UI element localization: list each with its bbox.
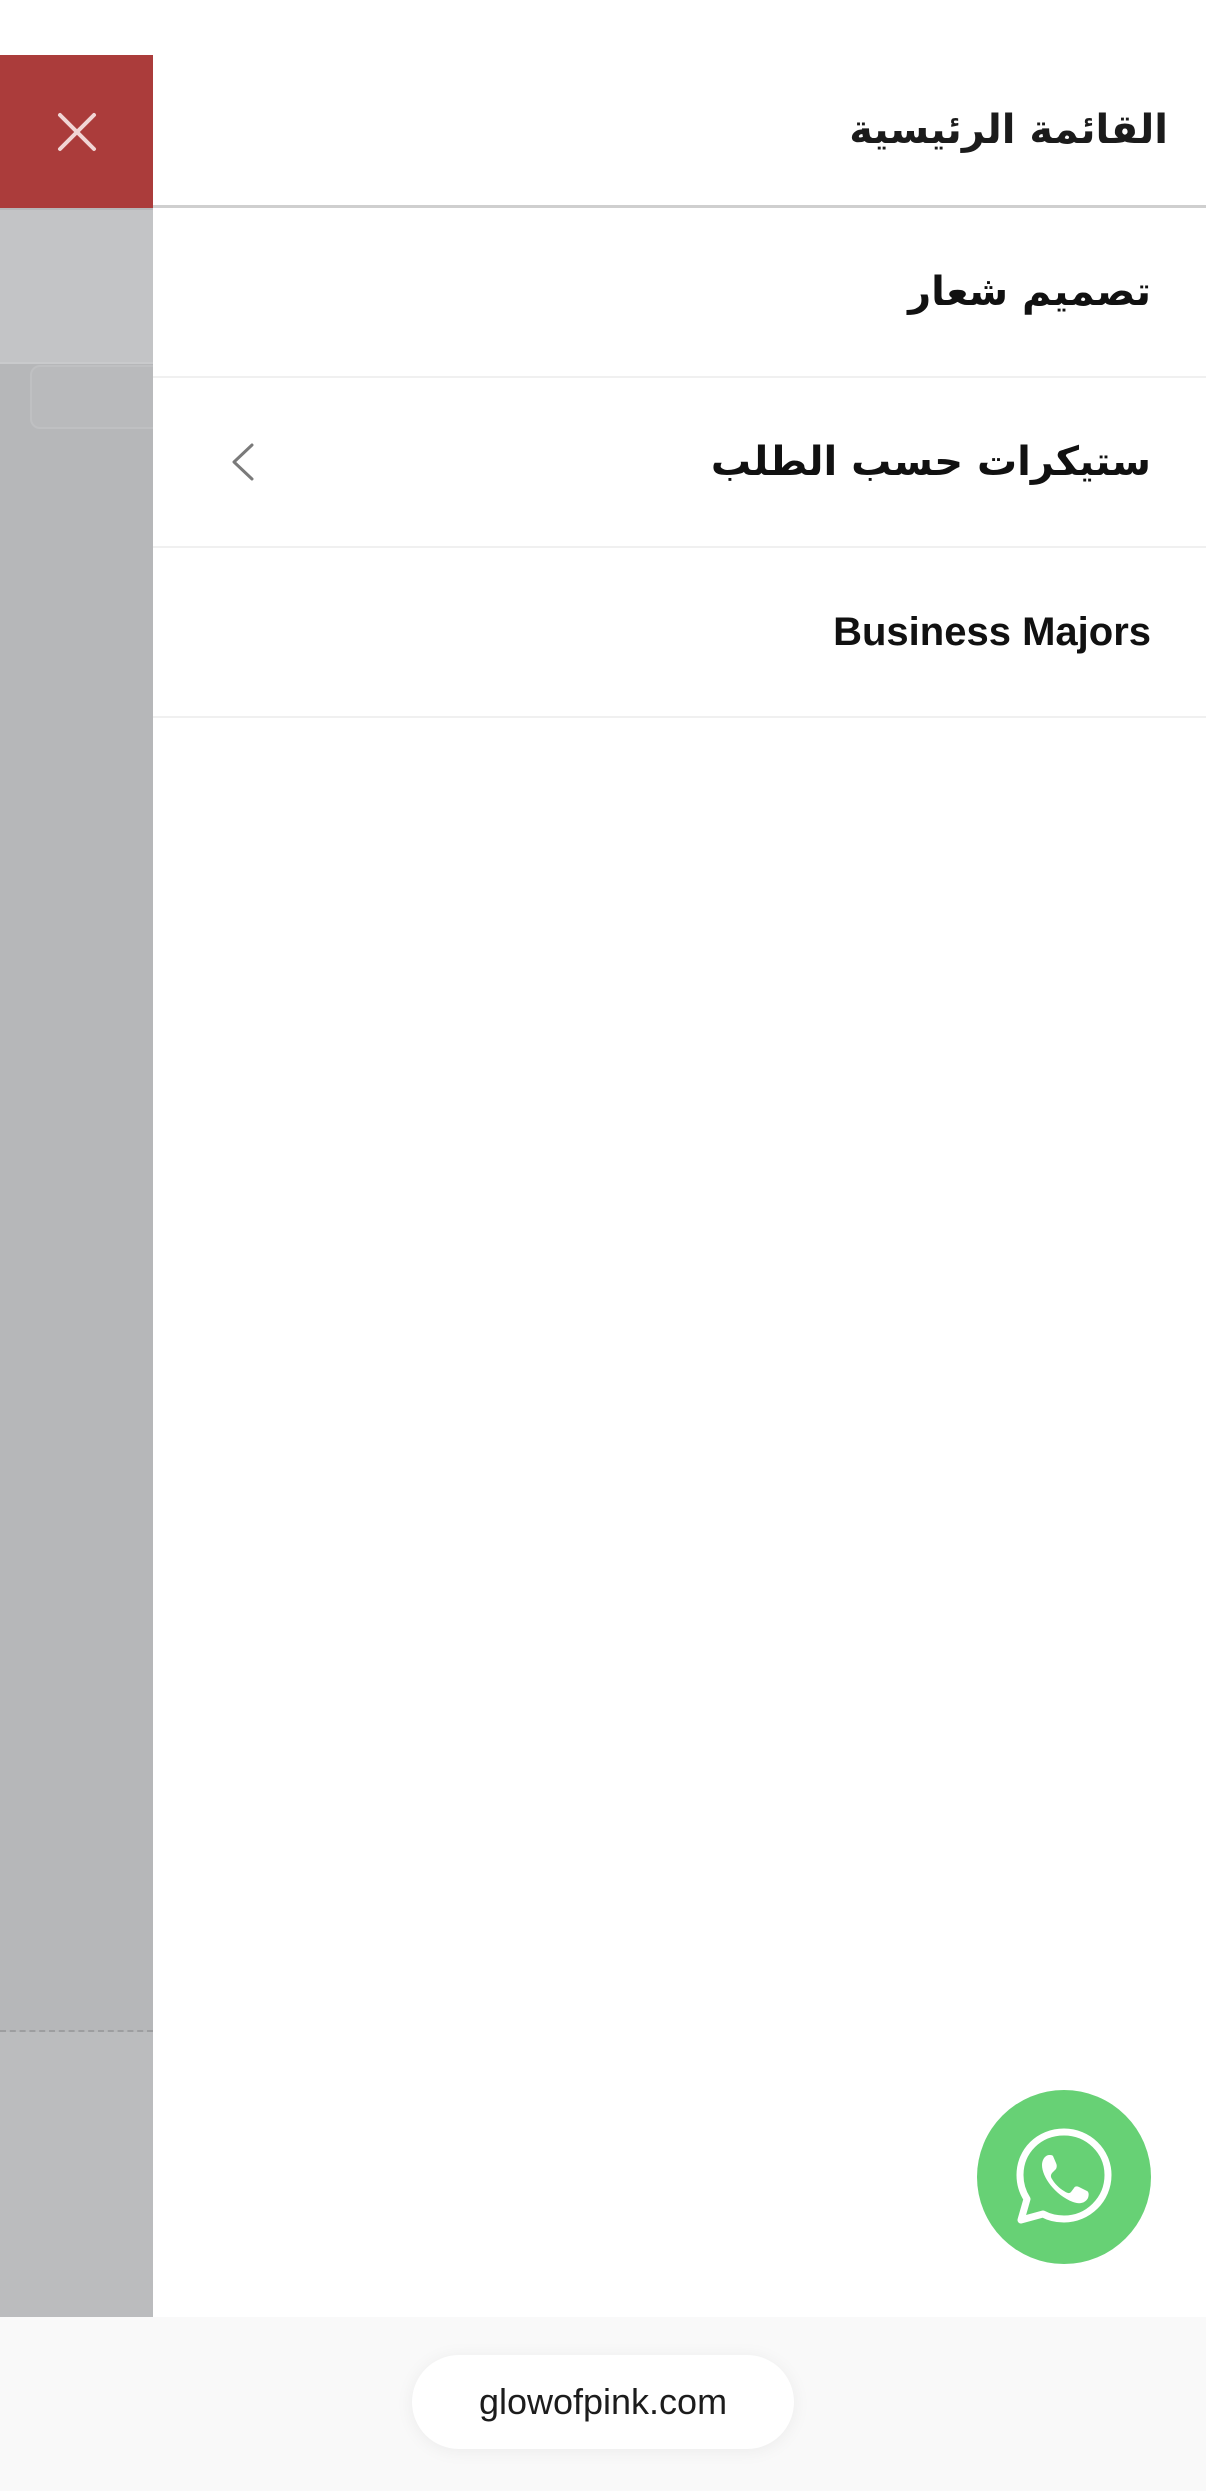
close-menu-button[interactable]	[0, 55, 153, 208]
overlay-footer	[0, 2032, 153, 2317]
status-bar	[0, 0, 1206, 55]
side-drawer: القائمة الرئيسية تصميم شعار ستيكرات حسب …	[153, 55, 1206, 2317]
menu-list: تصميم شعار ستيكرات حسب الطلب Business Ma…	[153, 208, 1206, 718]
drawer-title: القائمة الرئيسية	[849, 107, 1168, 153]
close-icon	[57, 112, 96, 151]
overlay-header-strip	[0, 210, 153, 364]
menu-item-label: تصميم شعار	[908, 269, 1151, 315]
page-overlay[interactable]	[0, 55, 153, 2317]
whatsapp-button[interactable]	[977, 2090, 1151, 2264]
menu-item-custom-stickers[interactable]: ستيكرات حسب الطلب	[153, 378, 1206, 548]
address-bar-url: glowofpink.com	[478, 2381, 728, 2422]
menu-item-label: ستيكرات حسب الطلب	[710, 439, 1151, 485]
drawer-header: القائمة الرئيسية	[153, 55, 1206, 208]
overlay-card	[30, 365, 153, 429]
chevron-left-icon[interactable]	[228, 441, 258, 483]
menu-item-logo-design[interactable]: تصميم شعار	[153, 208, 1206, 378]
whatsapp-icon	[1016, 2128, 1112, 2224]
address-bar[interactable]: glowofpink.com	[412, 2355, 794, 2449]
menu-item-business-majors[interactable]: Business Majors	[153, 548, 1206, 718]
menu-item-label: Business Majors	[833, 609, 1151, 654]
